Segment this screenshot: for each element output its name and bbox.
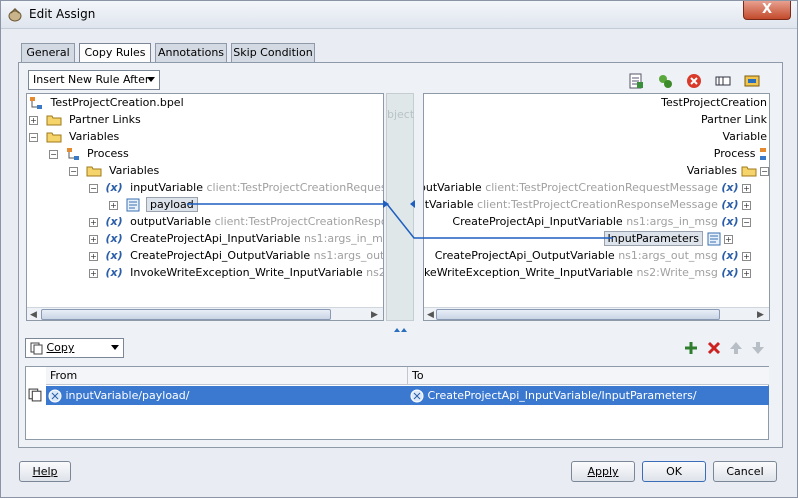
copy-rules-table[interactable]: From To inputVariable/payload/ CreatePro… — [25, 366, 769, 440]
ok-button[interactable]: OK — [642, 461, 706, 482]
to-value: CreateProjectApi_InputVariable/InputPara… — [410, 386, 697, 405]
column-to[interactable]: To — [408, 367, 769, 385]
rule-type-combo[interactable]: Copy — [25, 338, 124, 358]
column-from[interactable]: From — [46, 367, 408, 385]
from-value: inputVariable/payload/ — [48, 386, 190, 405]
copy-icon — [30, 342, 43, 354]
copy-icon — [28, 388, 42, 402]
move-up-icon[interactable] — [729, 341, 743, 355]
apply-button[interactable]: Apply — [571, 461, 635, 482]
chevron-down-icon — [111, 345, 119, 350]
delete-rule-icon[interactable] — [707, 341, 721, 355]
help-button[interactable]: Help — [19, 461, 71, 482]
edit-assign-dialog: Edit Assign X General Copy Rules Annotat… — [0, 0, 798, 498]
xpath-icon — [48, 389, 62, 403]
table-row[interactable]: inputVariable/payload/ CreateProjectApi_… — [46, 386, 769, 405]
xpath-icon — [410, 389, 424, 403]
rule-type-value: Copy — [46, 341, 75, 354]
cancel-button[interactable]: Cancel — [713, 461, 777, 482]
add-rule-icon[interactable] — [684, 341, 698, 355]
move-down-icon[interactable] — [751, 341, 765, 355]
